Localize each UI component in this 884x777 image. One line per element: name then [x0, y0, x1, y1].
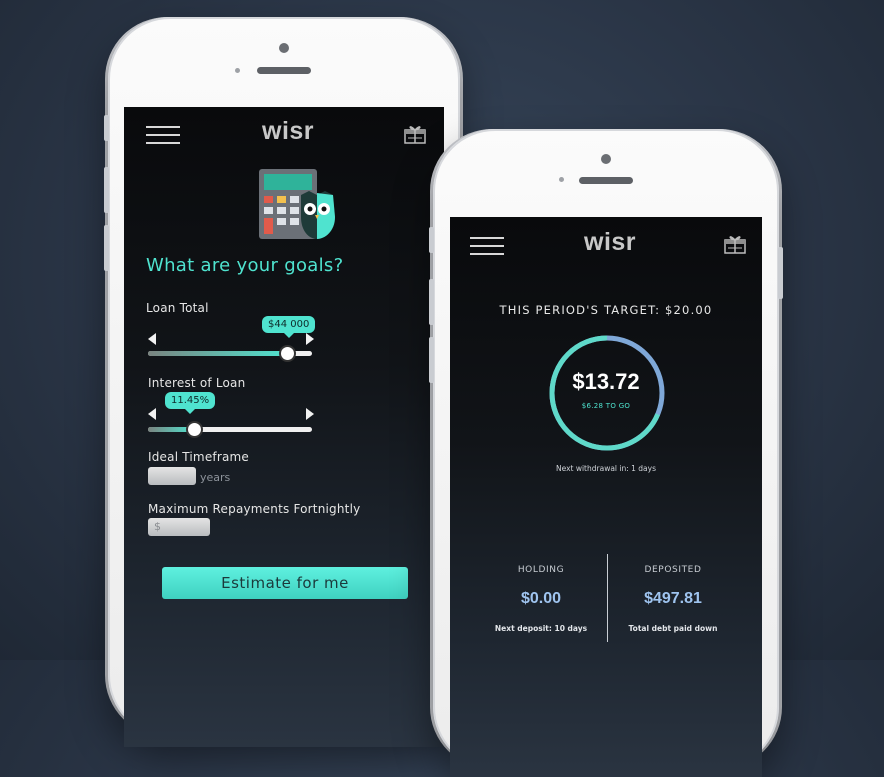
- loan-total-slider-fill: [148, 351, 287, 356]
- volume-up-button: [429, 279, 434, 325]
- deposited-label: DEPOSITED: [644, 565, 702, 575]
- app-logo: wisr: [584, 228, 637, 256]
- volume-down-button: [104, 225, 109, 271]
- interest-value-bubble: 11.45%: [165, 392, 216, 414]
- interest-slider-handle[interactable]: [186, 421, 203, 438]
- screen-goals: wisr What are your goals? Loan Total $44…: [124, 107, 444, 747]
- holding-note: Next deposit: 10 days: [494, 624, 588, 633]
- loan-total-slider-handle[interactable]: [279, 345, 296, 362]
- phone-left: wisr What are your goals? Loan Total $44…: [104, 17, 460, 747]
- next-withdrawal: Next withdrawal in: 1 days: [555, 464, 656, 473]
- arrow-right-icon[interactable]: [306, 333, 314, 345]
- interest-slider[interactable]: [148, 427, 312, 432]
- deposited-value: $497.81: [644, 590, 702, 607]
- earpiece-speaker: [579, 177, 633, 184]
- arrow-left-icon[interactable]: [148, 408, 156, 420]
- mute-switch: [429, 227, 434, 253]
- menu-icon[interactable]: [146, 126, 180, 144]
- timeframe-unit: years: [200, 471, 231, 484]
- phone-right: wisr THIS PERIOD'S TARGET: $20.00 $13.72…: [429, 129, 783, 777]
- app-logo: wisr: [262, 117, 315, 145]
- gift-icon[interactable]: [404, 122, 426, 144]
- loan-total-value-bubble: $44 000: [262, 316, 316, 338]
- sensor: [559, 177, 564, 182]
- power-button: [778, 247, 783, 299]
- holding-label: HOLDING: [517, 565, 565, 575]
- loan-total-label: Loan Total: [146, 301, 209, 315]
- period-target: THIS PERIOD'S TARGET: $20.00: [499, 303, 713, 317]
- front-camera: [601, 154, 611, 164]
- repayments-input[interactable]: $: [148, 518, 210, 536]
- current-amount: $13.72: [572, 369, 640, 394]
- remaining-amount: $6.28 TO GO: [581, 402, 631, 410]
- mute-switch: [104, 115, 109, 141]
- page-title: What are your goals?: [146, 255, 344, 276]
- estimate-button[interactable]: Estimate for me: [162, 567, 408, 599]
- interest-label: Interest of Loan: [148, 376, 246, 390]
- earpiece-speaker: [257, 67, 311, 74]
- gift-icon[interactable]: [724, 232, 746, 254]
- menu-icon[interactable]: [470, 237, 504, 255]
- screen-savings: wisr THIS PERIOD'S TARGET: $20.00 $13.72…: [450, 217, 762, 777]
- calculator-owl-icon: [259, 169, 335, 239]
- front-camera: [279, 43, 289, 53]
- repayments-label: Maximum Repayments Fortnightly: [148, 502, 361, 516]
- volume-down-button: [429, 337, 434, 383]
- sensor: [235, 68, 240, 73]
- volume-up-button: [104, 167, 109, 213]
- arrow-left-icon[interactable]: [148, 333, 156, 345]
- arrow-right-icon[interactable]: [306, 408, 314, 420]
- timeframe-label: Ideal Timeframe: [148, 450, 249, 464]
- timeframe-input[interactable]: [148, 467, 196, 485]
- deposited-note: Total debt paid down: [628, 624, 718, 633]
- holding-value: $0.00: [520, 590, 562, 607]
